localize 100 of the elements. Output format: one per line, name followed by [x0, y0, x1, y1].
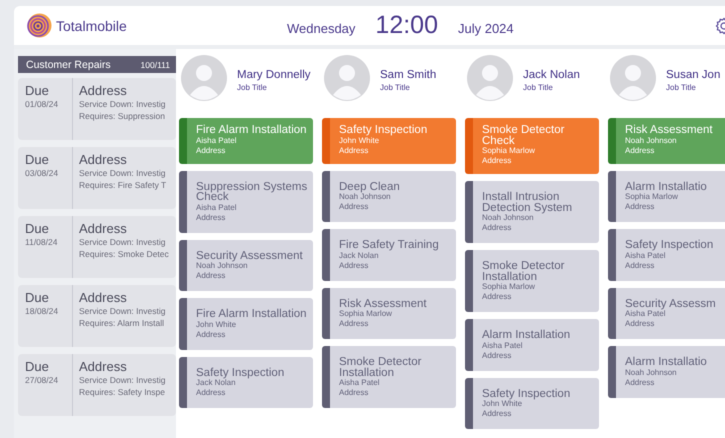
- repairs-title: Customer Repairs: [26, 58, 111, 70]
- repair-card[interactable]: Due 03/08/24 Address Service Down: Investig Requires: Fire Safety T: [18, 147, 176, 209]
- job-card[interactable]: Deep Clean Noah Johnson Address: [322, 170, 456, 222]
- assignee: Aisha Patel: [625, 250, 666, 260]
- assignee: Noah Johnson: [625, 136, 678, 146]
- assignee: Noah Johnson: [196, 261, 249, 271]
- address-label: Address: [79, 359, 128, 374]
- job-name: Smoke Detector Installation: [339, 357, 422, 378]
- job-name: Suppression Systems Check: [196, 182, 308, 202]
- service-text: Service Down: Investig: [79, 98, 166, 110]
- engineer-name: Jack Nolan: [523, 69, 580, 81]
- job-card[interactable]: Fire Alarm Installation Aisha Patel Address: [179, 118, 313, 164]
- service-text: Service Down: Investig: [79, 167, 166, 179]
- assignee: Aisha Patel: [339, 378, 380, 388]
- job-title: Job Title: [666, 83, 697, 92]
- engineer-name: Sam Smith: [380, 69, 436, 81]
- job-name: Risk Assessment: [625, 125, 714, 136]
- job-card[interactable]: Alarm Installation Aisha Patel Address: [465, 319, 599, 370]
- job-name: Alarm Installatio: [625, 357, 708, 368]
- job-address: Address: [482, 156, 512, 166]
- job-address: Address: [339, 146, 370, 156]
- job-address: Address: [196, 271, 226, 281]
- job-title: Job Title: [523, 83, 554, 92]
- job-address: Address: [339, 202, 370, 212]
- job-card[interactable]: Install Intrusion Detection System Noah Johnson Address: [465, 181, 599, 243]
- avatar-icon: [181, 55, 227, 101]
- requires-text: Requires: Alarm Install: [79, 317, 166, 329]
- job-name: Smoke Detector Check: [482, 125, 566, 146]
- assignee: Jack Nolan: [196, 378, 236, 388]
- due-date: 11/08/24: [25, 236, 58, 248]
- job-name: Deep Clean: [339, 182, 401, 192]
- brand-name: Totalmobile: [56, 18, 127, 34]
- job-address: Address: [625, 319, 656, 329]
- due-date: 03/08/24: [25, 167, 60, 179]
- job-card[interactable]: Risk Assessment Noah Johnson Address: [608, 118, 725, 164]
- job-card[interactable]: Safety Inspection John White Address: [322, 118, 456, 164]
- job-card[interactable]: Fire Safety Training Jack Nolan Address: [322, 229, 456, 280]
- job-address: Address: [196, 212, 226, 222]
- job-name: Security Assessment: [196, 250, 304, 261]
- assignee: Sophia Marlow: [482, 282, 536, 292]
- avatar-icon: [610, 55, 656, 101]
- job-address: Address: [339, 388, 370, 398]
- job-card[interactable]: Suppression Systems Check Aisha Patel Address: [179, 170, 313, 232]
- job-address: Address: [196, 146, 226, 156]
- job-name: Fire Safety Training: [339, 240, 440, 250]
- address-label: Address: [79, 290, 128, 305]
- assignee: John White: [196, 320, 238, 330]
- job-address: Address: [196, 388, 226, 398]
- due-label: Due: [25, 152, 50, 167]
- engineer-name: Mary Donnelly: [237, 69, 310, 81]
- job-card[interactable]: Safety Inspection John White Address: [465, 378, 599, 429]
- job-card[interactable]: Smoke Detector Installation Sophia Marlow Address: [465, 250, 599, 312]
- job-address: Address: [196, 330, 226, 340]
- requires-text: Requires: Safety Inspe: [79, 386, 166, 398]
- job-card[interactable]: Alarm Installatio Sophia Marlow Address: [608, 170, 725, 222]
- repair-card[interactable]: Due 27/08/24 Address Service Down: Investig Requires: Safety Inspe: [18, 354, 176, 416]
- repair-card[interactable]: Due 11/08/24 Address Service Down: Investig Requires: Smoke Detec: [18, 216, 176, 278]
- job-address: Address: [482, 350, 512, 360]
- job-name: Security Assessm: [625, 298, 717, 309]
- service-text: Service Down: Investig: [79, 236, 166, 248]
- requires-text: Requires: Suppression: [79, 110, 166, 122]
- job-card[interactable]: Risk Assessment Sophia Marlow Address: [322, 288, 456, 339]
- assignee: Noah Johnson: [482, 213, 534, 223]
- job-card[interactable]: Smoke Detector Check Sophia Marlow Address: [465, 118, 599, 174]
- assignee: Aisha Patel: [196, 136, 238, 146]
- job-card[interactable]: Alarm Installatio Noah Johnson Address: [608, 346, 725, 398]
- job-title: Job Title: [237, 83, 268, 92]
- assignee: John White: [482, 399, 522, 409]
- job-address: Address: [482, 223, 512, 233]
- job-name: Smoke Detector Installation: [482, 261, 566, 282]
- job-card[interactable]: Smoke Detector Installation Aisha Patel Address: [322, 346, 456, 408]
- due-label: Due: [25, 221, 50, 236]
- job-card[interactable]: Security Assessm Aisha Patel Address: [608, 288, 725, 339]
- job-name: Safety Inspection: [625, 240, 714, 250]
- due-date: 18/08/24: [25, 305, 60, 317]
- requires-text: Requires: Smoke Detec: [79, 248, 169, 260]
- assignee: Sophia Marlow: [625, 192, 679, 202]
- address-label: Address: [79, 83, 128, 98]
- due-label: Due: [25, 83, 50, 98]
- job-card[interactable]: Fire Alarm Installation John White Address: [179, 298, 313, 350]
- job-address: Address: [339, 260, 370, 270]
- avatar-icon: [467, 55, 513, 101]
- job-address: Address: [625, 260, 656, 270]
- job-name: Fire Alarm Installation: [196, 309, 308, 320]
- job-card[interactable]: Security Assessment Noah Johnson Address: [179, 240, 313, 291]
- assignee: Aisha Patel: [196, 202, 238, 212]
- assignee: John White: [339, 136, 380, 146]
- job-name: Fire Alarm Installation: [196, 125, 308, 136]
- repair-card[interactable]: Due 18/08/24 Address Service Down: Investig Requires: Alarm Install: [18, 285, 176, 347]
- job-name: Risk Assessment: [339, 298, 428, 309]
- job-name: Alarm Installatio: [625, 182, 708, 192]
- assignee: Noah Johnson: [625, 368, 678, 378]
- assignee: Jack Nolan: [339, 250, 380, 260]
- service-text: Service Down: Investig: [79, 305, 166, 317]
- job-card[interactable]: Safety Inspection Jack Nolan Address: [179, 356, 313, 408]
- job-address: Address: [482, 292, 512, 302]
- repair-card[interactable]: Due 01/08/24 Address Service Down: Investig Requires: Suppression: [18, 78, 176, 140]
- job-name: Install Intrusion Detection System: [482, 192, 574, 213]
- job-name: Safety Inspection: [339, 125, 428, 136]
- job-card[interactable]: Safety Inspection Aisha Patel Address: [608, 229, 725, 280]
